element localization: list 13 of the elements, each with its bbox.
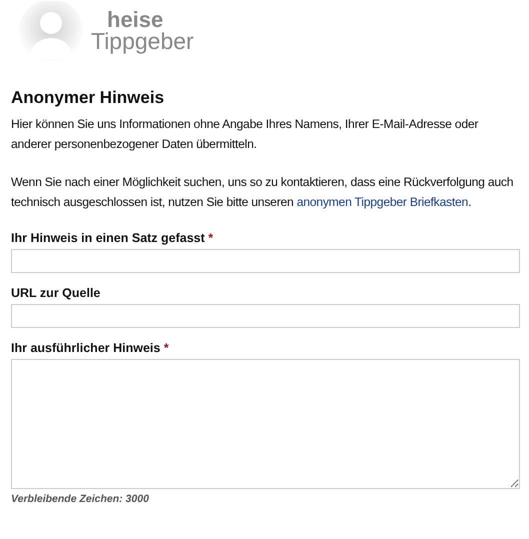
page-heading: Anonymer Hinweis xyxy=(11,88,166,108)
intro-paragraph: Hier können Sie uns Informationen ohne Angabe Ihres Namens, Ihrer E-Mail-Adresse oder anderer personenbezogener Daten übermitteln. xyxy=(11,116,480,154)
input-field[interactable] xyxy=(11,249,520,274)
textarea-field[interactable] xyxy=(11,359,520,490)
logo-text: heise xyxy=(106,10,164,30)
field-label: Ihr ausführlicher Hinweis * xyxy=(11,340,170,356)
field-label: Ihr Hinweis in einen Satz gefasst * xyxy=(11,230,214,246)
input-field[interactable] xyxy=(11,304,520,328)
character-counter: Verbleibende Zeichen: 3000 xyxy=(11,492,150,508)
note-paragraph: Wenn Sie nach einer Möglichkeit suchen, uns so zu kontaktieren, dass eine Rückverfolgung auch technisch ausgeschlossen ist, nutzen Sie bitte unseren anonymen Tippgeber Briefkasten. xyxy=(11,174,514,212)
logo-text: Tippgeber xyxy=(91,30,194,52)
mailbox-link[interactable]: anonymen Tippgeber Briefkasten xyxy=(296,195,468,210)
field-label: URL zur Quelle xyxy=(11,285,102,302)
